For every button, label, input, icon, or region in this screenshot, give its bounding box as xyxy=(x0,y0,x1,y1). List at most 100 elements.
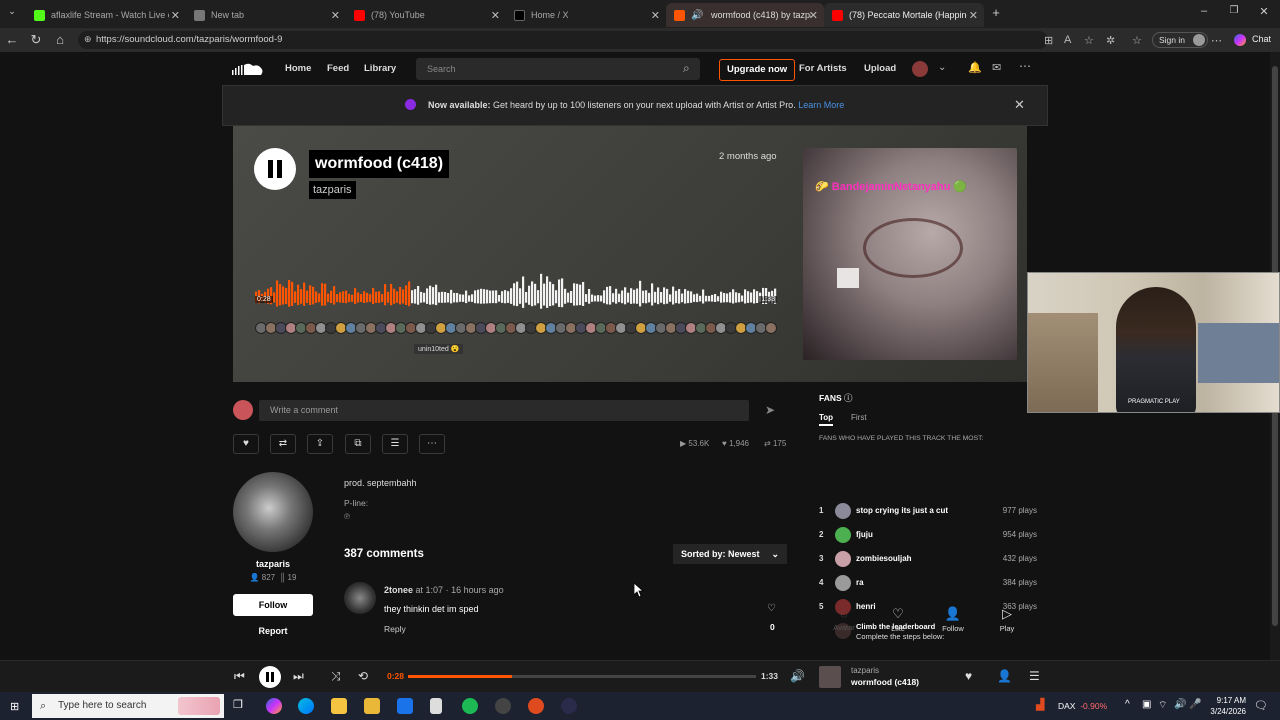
comment-timestamp[interactable]: at 1:07 xyxy=(416,585,444,595)
window-close-icon[interactable]: ✕ xyxy=(1256,5,1272,18)
obs-icon[interactable] xyxy=(495,698,511,714)
tab-new-tab[interactable]: New tab ✕ xyxy=(186,3,346,27)
refresh-icon[interactable]: ↻ xyxy=(28,32,44,48)
task-view-icon[interactable]: ❐ xyxy=(233,698,249,714)
nav-library[interactable]: Library xyxy=(364,63,396,74)
speaker-icon[interactable]: 🔊 xyxy=(691,10,705,21)
tab-soundcloud[interactable]: 🔊 wormfood (c418) by tazparis ✕ xyxy=(666,3,824,27)
close-icon[interactable]: ✕ xyxy=(809,9,818,22)
home-icon[interactable]: ⌂ xyxy=(52,32,68,47)
pause-button[interactable] xyxy=(254,148,296,190)
step-follow[interactable]: 👤 Follow xyxy=(931,606,975,633)
search-input[interactable]: Search xyxy=(416,58,700,80)
sign-in-button[interactable]: Sign in xyxy=(1152,32,1208,48)
copilot-icon[interactable] xyxy=(1234,34,1246,46)
share-button[interactable]: ⇪ xyxy=(307,434,333,454)
fan-row[interactable]: 4 ra 384 plays xyxy=(819,575,1041,591)
upgrade-button[interactable]: Upgrade now xyxy=(719,59,796,81)
fans-tab-first[interactable]: First xyxy=(851,413,867,422)
fan-row[interactable]: 3 zombiesouljah 432 plays xyxy=(819,551,1041,567)
queue-icon[interactable]: ☰ xyxy=(1029,669,1040,683)
app-icon-2[interactable] xyxy=(561,698,577,714)
chat-button[interactable]: Chat xyxy=(1252,34,1271,44)
chevron-down-icon[interactable]: ⌄ xyxy=(938,62,946,73)
waveform-comment-avatar[interactable] xyxy=(765,322,777,334)
close-icon[interactable]: ✕ xyxy=(651,9,660,22)
like-button[interactable]: ♥ xyxy=(233,434,259,454)
fan-avatar[interactable] xyxy=(835,527,851,543)
fan-name[interactable]: ra xyxy=(856,578,864,587)
comment-like-heart-icon[interactable]: ♡ xyxy=(767,603,776,614)
favorite-star-icon[interactable]: ☆ xyxy=(1084,34,1094,47)
fan-row[interactable]: 2 fjuju 954 plays xyxy=(819,527,1041,543)
tray-app-icon[interactable]: ▣ xyxy=(1142,699,1151,710)
close-icon[interactable]: ✕ xyxy=(171,9,180,22)
outlook-icon[interactable] xyxy=(397,698,413,714)
install-app-icon[interactable]: ⊞ xyxy=(1044,34,1053,47)
read-aloud-icon[interactable]: A xyxy=(1064,34,1071,46)
tab-youtube[interactable]: (78) YouTube ✕ xyxy=(346,3,506,27)
tab-x[interactable]: Home / X ✕ xyxy=(506,3,666,27)
fan-name[interactable]: fjuju xyxy=(856,530,873,539)
copy-link-button[interactable]: ⧉ xyxy=(345,434,371,454)
clock[interactable]: 9:17 AM 3/24/2026 xyxy=(1198,695,1246,717)
site-info-icon[interactable]: ⊕ xyxy=(84,34,92,45)
more-button[interactable]: ⋯ xyxy=(419,434,445,454)
fan-name[interactable]: zombiesouljah xyxy=(856,554,912,563)
follow-user-icon[interactable]: 👤 xyxy=(997,669,1012,683)
close-icon[interactable]: ✕ xyxy=(331,9,340,22)
shuffle-icon[interactable]: ⤨ xyxy=(331,669,341,684)
add-to-playlist-button[interactable]: ☰ xyxy=(382,434,408,454)
user-avatar[interactable] xyxy=(912,61,928,77)
more-menu-icon[interactable]: ⋯ xyxy=(1211,34,1222,47)
player-artwork[interactable] xyxy=(819,666,841,688)
for-artists-link[interactable]: For Artists xyxy=(799,63,847,74)
comment-user[interactable]: 2tonee xyxy=(384,585,413,595)
player-title[interactable]: wormfood (c418) xyxy=(851,677,919,687)
comment-input[interactable]: Write a comment xyxy=(259,400,749,421)
step-avatar[interactable]: ◌ Avatar xyxy=(822,606,866,632)
edge-icon[interactable] xyxy=(298,698,314,714)
send-icon[interactable]: ➤ xyxy=(765,403,775,417)
copilot-icon[interactable] xyxy=(266,698,282,714)
volume-icon[interactable]: 🔊 xyxy=(790,669,805,683)
more-options-icon[interactable]: ⋯ xyxy=(1019,59,1031,73)
notepad-icon[interactable] xyxy=(430,698,442,714)
step-play[interactable]: ▷ Play xyxy=(985,606,1029,633)
close-icon[interactable]: ✕ xyxy=(1014,97,1025,113)
file-explorer-icon[interactable] xyxy=(331,698,347,714)
fan-avatar[interactable] xyxy=(835,551,851,567)
repost-button[interactable]: ⇄ xyxy=(270,434,296,454)
player-artist[interactable]: tazparis xyxy=(851,666,879,675)
repeat-icon[interactable]: ⟲ xyxy=(358,669,368,683)
sort-dropdown[interactable]: Sorted by: Newest ⌄ xyxy=(673,544,787,564)
heart-icon[interactable]: ♥ xyxy=(965,669,972,683)
learn-more-link[interactable]: Learn More xyxy=(798,100,844,110)
track-artist-link[interactable]: tazparis xyxy=(309,181,356,199)
tab-list-icon[interactable]: ⌄ xyxy=(4,6,20,17)
fan-avatar[interactable] xyxy=(835,503,851,519)
waveform-comment-avatars[interactable] xyxy=(255,322,777,334)
network-icon[interactable]: ⌔ xyxy=(1158,699,1167,712)
player-pause-button[interactable] xyxy=(259,666,281,688)
fan-row[interactable]: 1 stop crying its just a cut 977 plays xyxy=(819,503,1041,519)
next-icon[interactable]: ⏭ xyxy=(293,669,304,684)
soundcloud-logo-icon[interactable] xyxy=(232,62,264,76)
artist-avatar[interactable] xyxy=(233,472,313,552)
stock-ticker[interactable]: DAX -0.90% xyxy=(1058,701,1107,711)
new-tab-plus-icon[interactable]: + xyxy=(988,5,1004,20)
store-icon[interactable] xyxy=(364,698,380,714)
tray-chevron-icon[interactable]: ^ xyxy=(1125,699,1130,710)
volume-icon[interactable]: 🔊 xyxy=(1174,699,1186,710)
nav-home[interactable]: Home xyxy=(285,63,311,74)
report-button[interactable]: Report xyxy=(233,626,313,636)
url-field[interactable]: https://soundcloud.com/tazparis/wormfood… xyxy=(78,31,1048,49)
fan-avatar[interactable] xyxy=(835,575,851,591)
back-icon[interactable]: ← xyxy=(4,32,20,47)
previous-icon[interactable]: ⏮ xyxy=(234,669,245,684)
step-like[interactable]: ♡ Like xyxy=(876,606,920,633)
app-icon[interactable] xyxy=(528,698,544,714)
minimize-icon[interactable]: – xyxy=(1196,5,1212,17)
nav-feed[interactable]: Feed xyxy=(327,63,349,74)
notifications-bell-icon[interactable]: 🔔 xyxy=(968,61,982,74)
